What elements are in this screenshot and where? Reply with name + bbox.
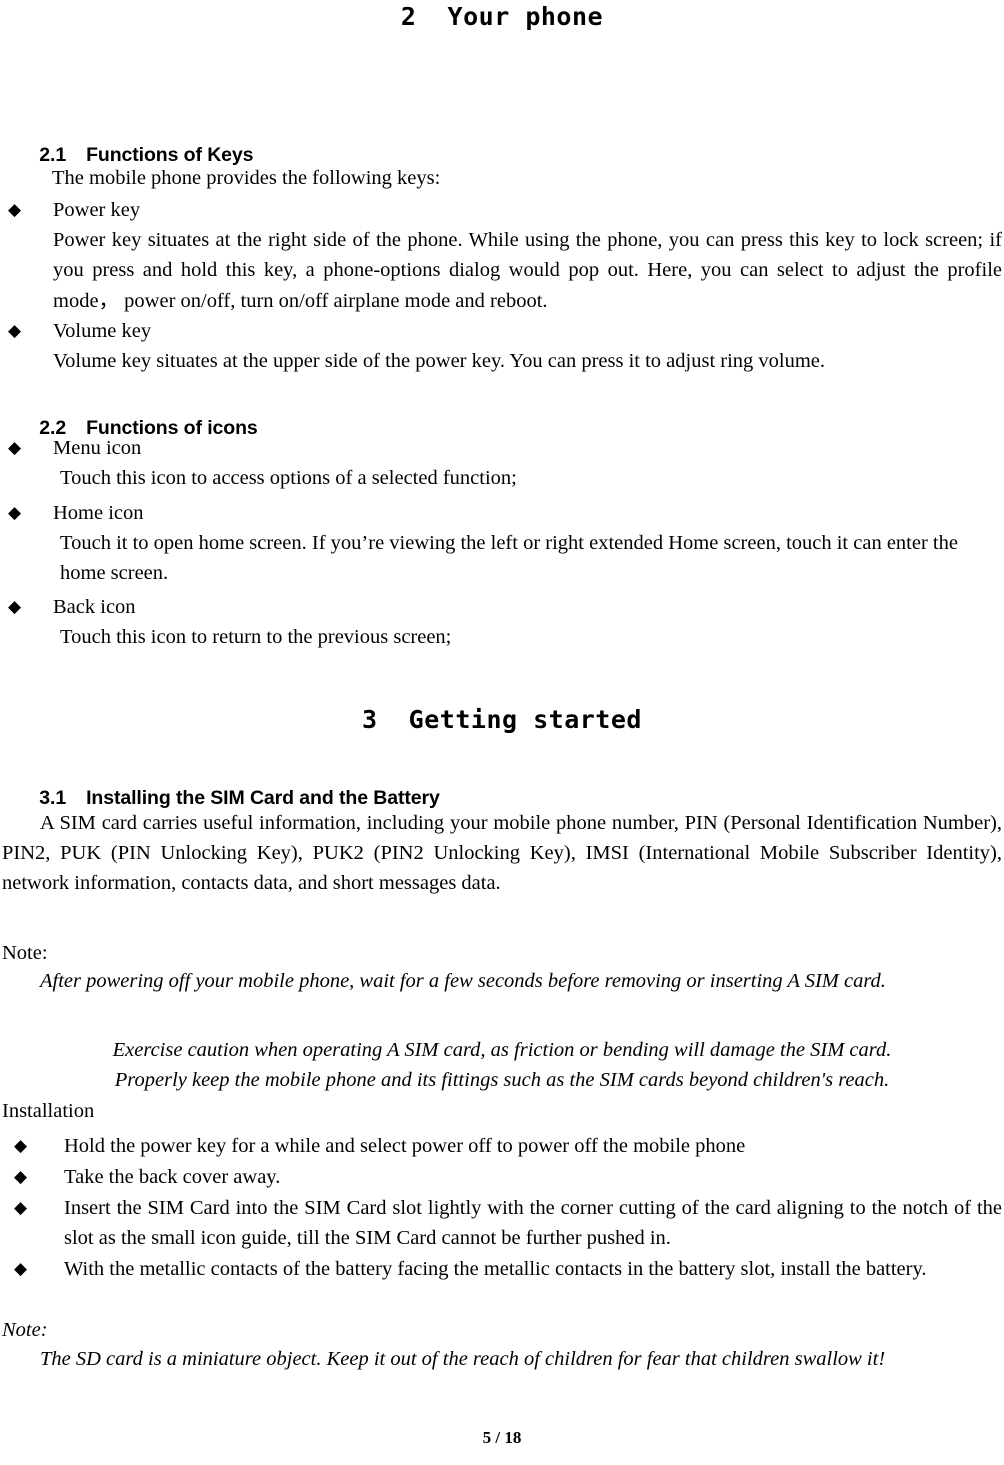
diamond-bullet-icon: ◆: [8, 321, 22, 340]
sim-card-paragraph: A SIM card carries useful information, i…: [2, 812, 1002, 895]
list-item-text: Take the back cover away.: [64, 1166, 281, 1188]
list-item-description: Touch this icon to access options of a s…: [60, 467, 517, 490]
diamond-bullet-icon: ◆: [14, 1167, 28, 1186]
keys-intro-text: The mobile phone provides the following …: [52, 167, 441, 189]
chapter-heading-getting-started: 3 Getting started: [362, 705, 642, 734]
list-item-install-step-1: ◆ Hold the power key for a while and sel…: [14, 1131, 1002, 1161]
list-item-back-icon: ◆ Back icon Touch this icon to return to…: [8, 592, 1002, 652]
list-item-description: Touch it to open home screen. If you’re …: [60, 532, 958, 585]
list-item-title: Back icon: [53, 596, 136, 618]
note-label-first: Note:: [2, 942, 48, 964]
diamond-bullet-icon: ◆: [8, 503, 22, 522]
list-item-home-icon: ◆ Home icon Touch it to open home screen…: [8, 498, 1002, 589]
list-item-text: Insert the SIM Card into the SIM Card sl…: [64, 1197, 1002, 1250]
list-item-title: Power key: [53, 199, 141, 221]
diamond-bullet-icon: ◆: [14, 1259, 28, 1278]
page-footer: 5 / 18: [482, 1428, 522, 1447]
note-line-2: Exercise caution when operating A SIM ca…: [112, 1039, 892, 1061]
diamond-bullet-icon: ◆: [14, 1136, 28, 1155]
list-item-install-step-3: ◆ Insert the SIM Card into the SIM Card …: [14, 1193, 1002, 1253]
chapter-heading-your-phone: 2 Your phone: [400, 2, 604, 31]
list-item-title: Volume key: [53, 320, 152, 342]
list-item-install-step-2: ◆ Take the back cover away.: [14, 1162, 1002, 1192]
note-label-second: Note:: [2, 1319, 48, 1341]
note-line-3: Properly keep the mobile phone and its f…: [114, 1069, 890, 1091]
manual-page: 2 Your phone 2.1 Functions of Keys The mo…: [0, 0, 1004, 1465]
diamond-bullet-icon: ◆: [8, 200, 22, 219]
diamond-bullet-icon: ◆: [8, 438, 22, 457]
installation-label: Installation: [2, 1100, 95, 1122]
list-item-install-step-4: ◆ With the metallic contacts of the batt…: [14, 1254, 1002, 1284]
list-item-description: Volume key situates at the upper side of…: [53, 350, 826, 373]
list-item-volume-key: ◆ Volume key Volume key situates at the …: [8, 316, 1002, 376]
list-item-text: With the metallic contacts of the batter…: [64, 1258, 927, 1280]
diamond-bullet-icon: ◆: [14, 1198, 28, 1217]
note-second-body: The SD card is a miniature object. Keep …: [40, 1348, 886, 1370]
list-item-title: Home icon: [53, 502, 144, 524]
list-item-text: Hold the power key for a while and selec…: [64, 1135, 746, 1157]
list-item-description: Power key situates at the right side of …: [53, 229, 1002, 312]
list-item-power-key: ◆ Power key Power key situates at the ri…: [8, 195, 1002, 316]
diamond-bullet-icon: ◆: [8, 597, 22, 616]
list-item-description: Touch this icon to return to the previou…: [60, 626, 452, 649]
list-item-menu-icon: ◆ Menu icon Touch this icon to access op…: [8, 433, 1002, 493]
section-number: 3.1: [39, 787, 67, 809]
list-item-title: Menu icon: [53, 437, 142, 459]
section-title: Installing the SIM Card and the Battery: [86, 787, 440, 809]
note-line-1: After powering off your mobile phone, wa…: [40, 970, 886, 992]
